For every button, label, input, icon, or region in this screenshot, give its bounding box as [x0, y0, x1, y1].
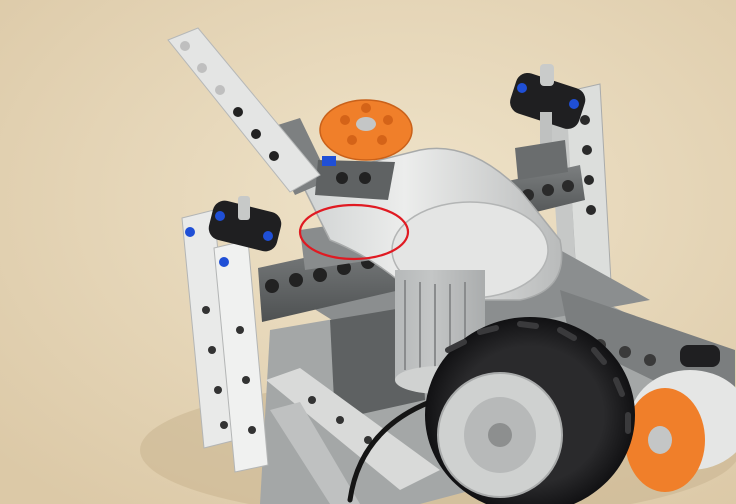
orange-motor-hub	[319, 99, 413, 161]
wheel	[425, 317, 635, 504]
photo-scene	[0, 0, 736, 504]
